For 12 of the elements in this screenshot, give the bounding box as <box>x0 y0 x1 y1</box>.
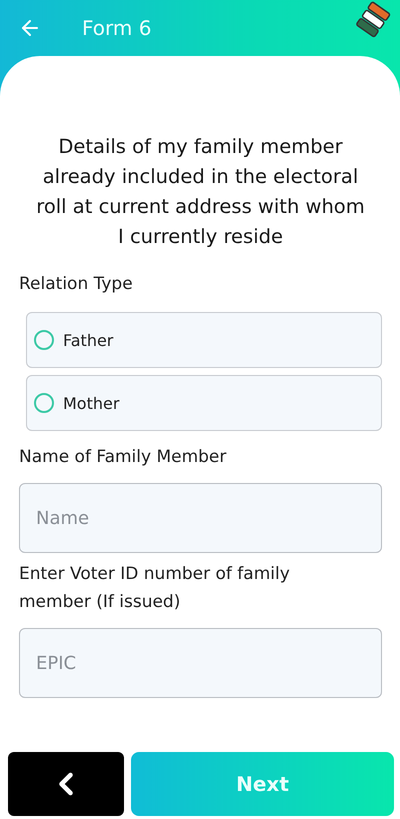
field-label: Enter Voter ID number of family member (If issued) <box>19 563 291 614</box>
radio-icon[interactable] <box>34 393 54 413</box>
radio-icon[interactable] <box>34 330 54 350</box>
radio-option[interactable]: Father <box>26 312 382 368</box>
field-label: Name of Family Member <box>19 446 228 469</box>
field-label: Relation Type <box>19 273 134 296</box>
section-heading: Details of my family member already included in the electoral roll at current address with whom I currently reside <box>35 134 366 250</box>
screen-title: Form 6 <box>82 16 152 40</box>
epic-field[interactable]: EPIC <box>19 628 382 698</box>
back-button[interactable] <box>8 752 124 816</box>
name-field[interactable]: Name <box>19 483 382 553</box>
radio-option[interactable]: Mother <box>26 375 382 431</box>
